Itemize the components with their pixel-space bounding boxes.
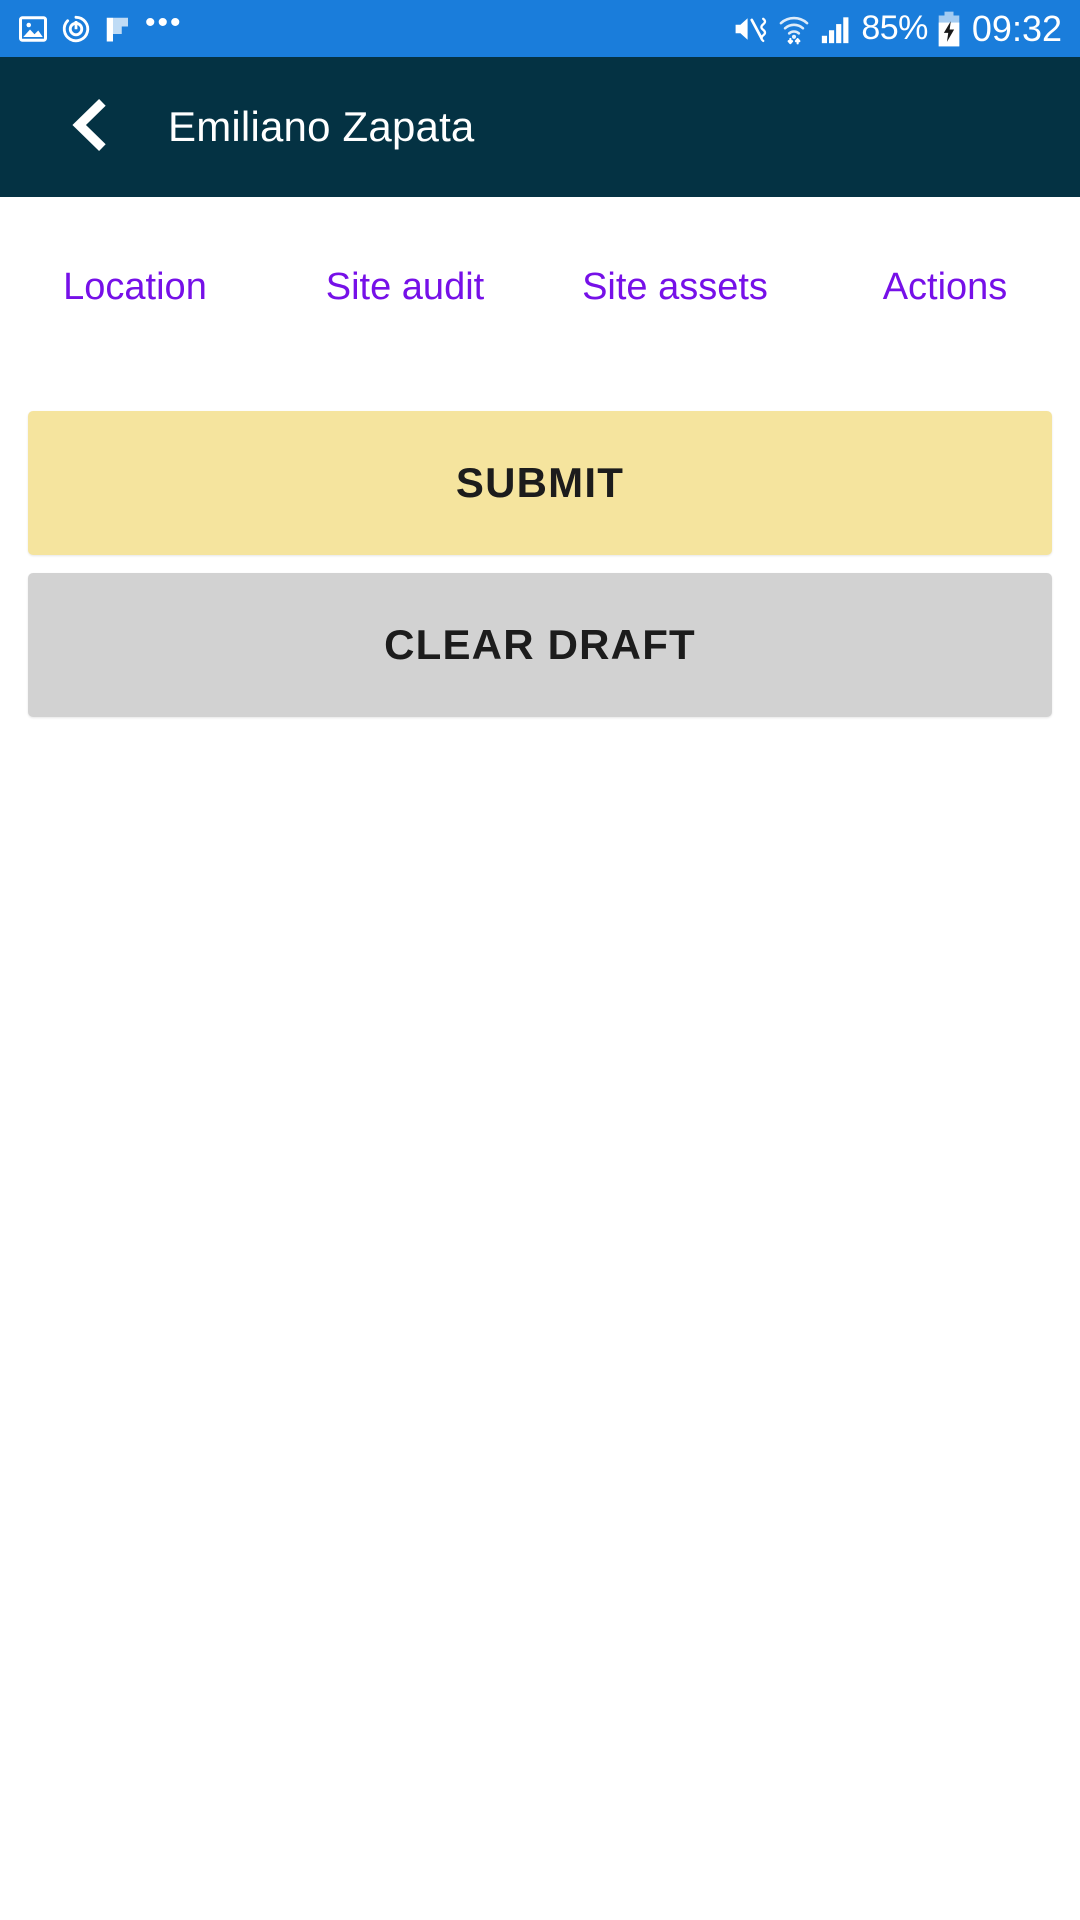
status-bar: ••• 85% 09:32	[0, 0, 1080, 57]
submit-button[interactable]: SUBMIT	[28, 411, 1052, 555]
image-icon	[18, 14, 48, 44]
page-title: Emiliano Zapata	[168, 103, 475, 150]
clear-draft-button-label: CLEAR DRAFT	[384, 621, 696, 668]
app-screen: ••• 85% 09:32 Emiliano Zapata Location S…	[0, 0, 1080, 1920]
clear-draft-button[interactable]: CLEAR DRAFT	[28, 573, 1052, 717]
cellular-signal-icon	[820, 13, 852, 45]
wifi-icon	[777, 12, 811, 46]
volume-mute-vibrate-icon	[732, 12, 768, 46]
battery-percent-label: 85%	[861, 9, 928, 47]
actions-panel: SUBMIT CLEAR DRAFT	[0, 384, 1080, 1920]
app-bar: Emiliano Zapata	[0, 57, 1080, 197]
flag-icon	[104, 14, 132, 44]
status-overflow-dots: •••	[145, 5, 183, 39]
tab-actions[interactable]: Actions	[810, 197, 1080, 377]
tab-row: Location Site audit Site assets Actions	[0, 197, 1080, 377]
power-sync-icon	[61, 14, 91, 44]
tab-site-assets[interactable]: Site assets	[540, 197, 810, 377]
tab-bar: Location Site audit Site assets Actions	[0, 197, 1080, 581]
tab-actions-label: Actions	[882, 265, 1008, 308]
tab-site-audit[interactable]: Site audit	[270, 197, 540, 377]
status-bar-right-group: 85% 09:32	[732, 8, 1062, 50]
status-bar-clock: 09:32	[971, 7, 1062, 49]
chevron-left-icon	[63, 98, 117, 157]
battery-charging-icon	[937, 11, 961, 47]
back-button[interactable]	[42, 79, 138, 175]
submit-button-label: SUBMIT	[455, 459, 625, 506]
tab-location-label: Location	[63, 265, 207, 308]
tab-site-assets-label: Site assets	[582, 265, 768, 308]
tab-site-audit-label: Site audit	[325, 265, 485, 308]
tab-location[interactable]: Location	[0, 197, 270, 377]
status-bar-left-group: •••	[18, 5, 183, 44]
